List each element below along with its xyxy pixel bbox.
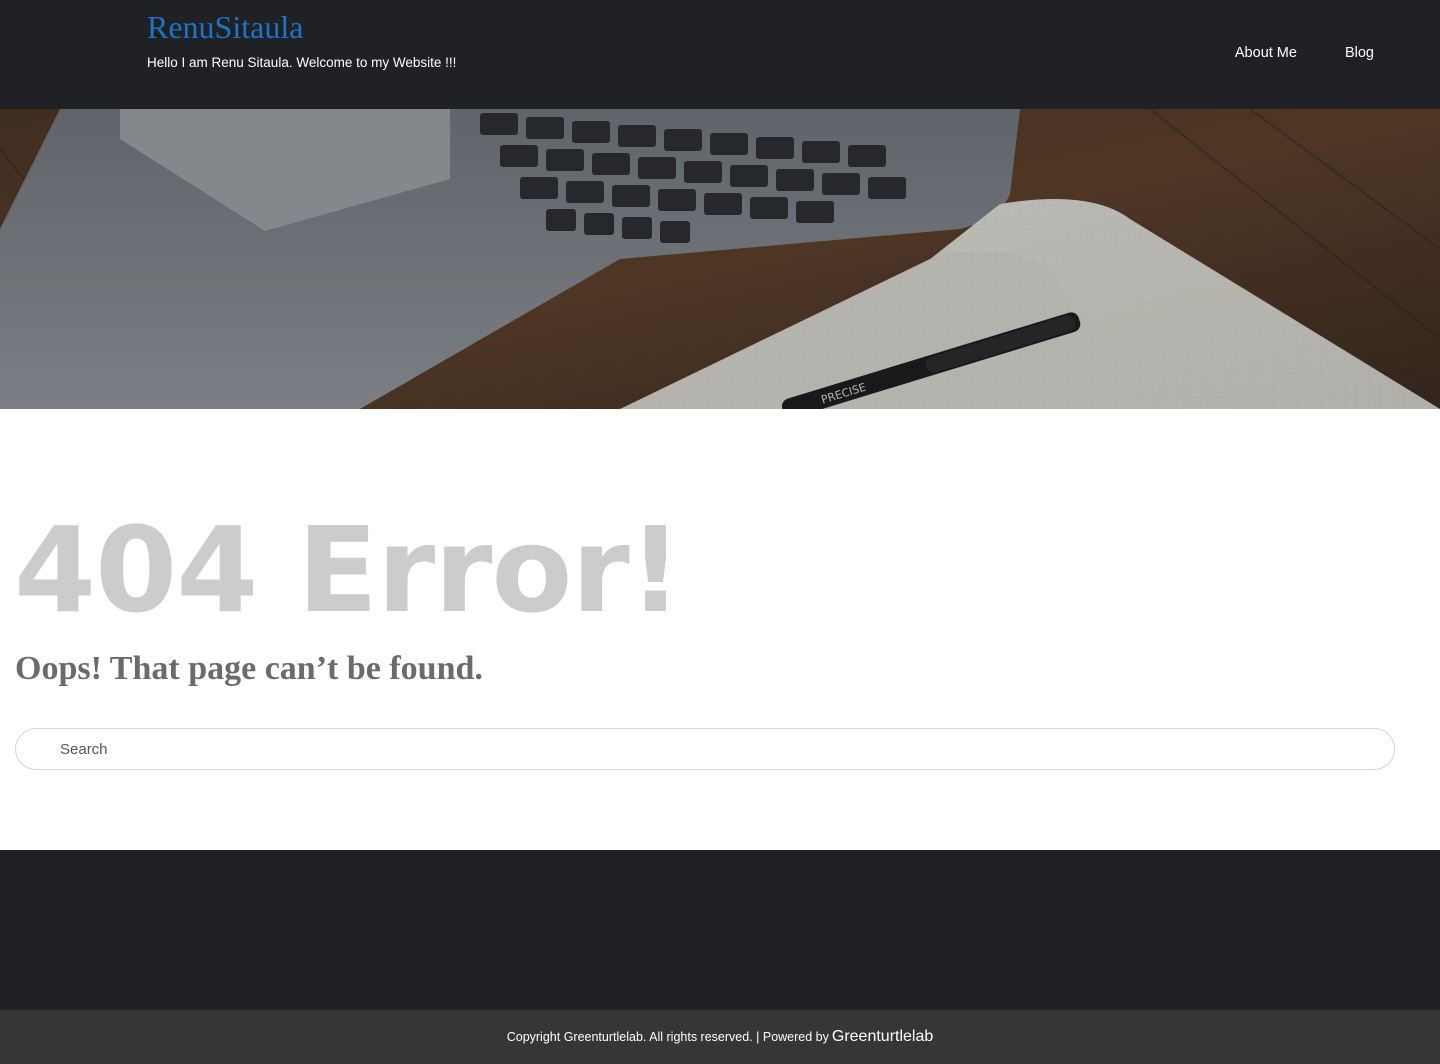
site-tagline: Hello I am Renu Sitaula. Welcome to my W… <box>147 55 457 70</box>
site-title-link[interactable]: RenuSitaula <box>147 8 303 46</box>
search-input[interactable] <box>60 738 1360 760</box>
main-nav: About Me Blog <box>1235 43 1374 63</box>
nav-item-about-me[interactable]: About Me <box>1235 43 1297 63</box>
error-subtitle: Oops! That page can’t be found. <box>15 650 483 687</box>
laptop-notebook-photo: PRECISE <box>0 109 1440 409</box>
nav-item-blog[interactable]: Blog <box>1345 43 1374 63</box>
footer-copyright: Copyright Greenturtlelab. All rights res… <box>506 1030 829 1044</box>
hero-banner-image: PRECISE <box>0 109 1440 409</box>
footer-widget-area <box>0 850 1440 1010</box>
site-footer: Copyright Greenturtlelab. All rights res… <box>0 1010 1440 1064</box>
footer-powered-by-link[interactable]: Greenturtlelab <box>832 1028 933 1046</box>
search-form <box>15 728 1395 770</box>
site-header: RenuSitaula Hello I am Renu Sitaula. Wel… <box>0 0 1440 109</box>
error-title: 404 Error! <box>14 501 682 639</box>
